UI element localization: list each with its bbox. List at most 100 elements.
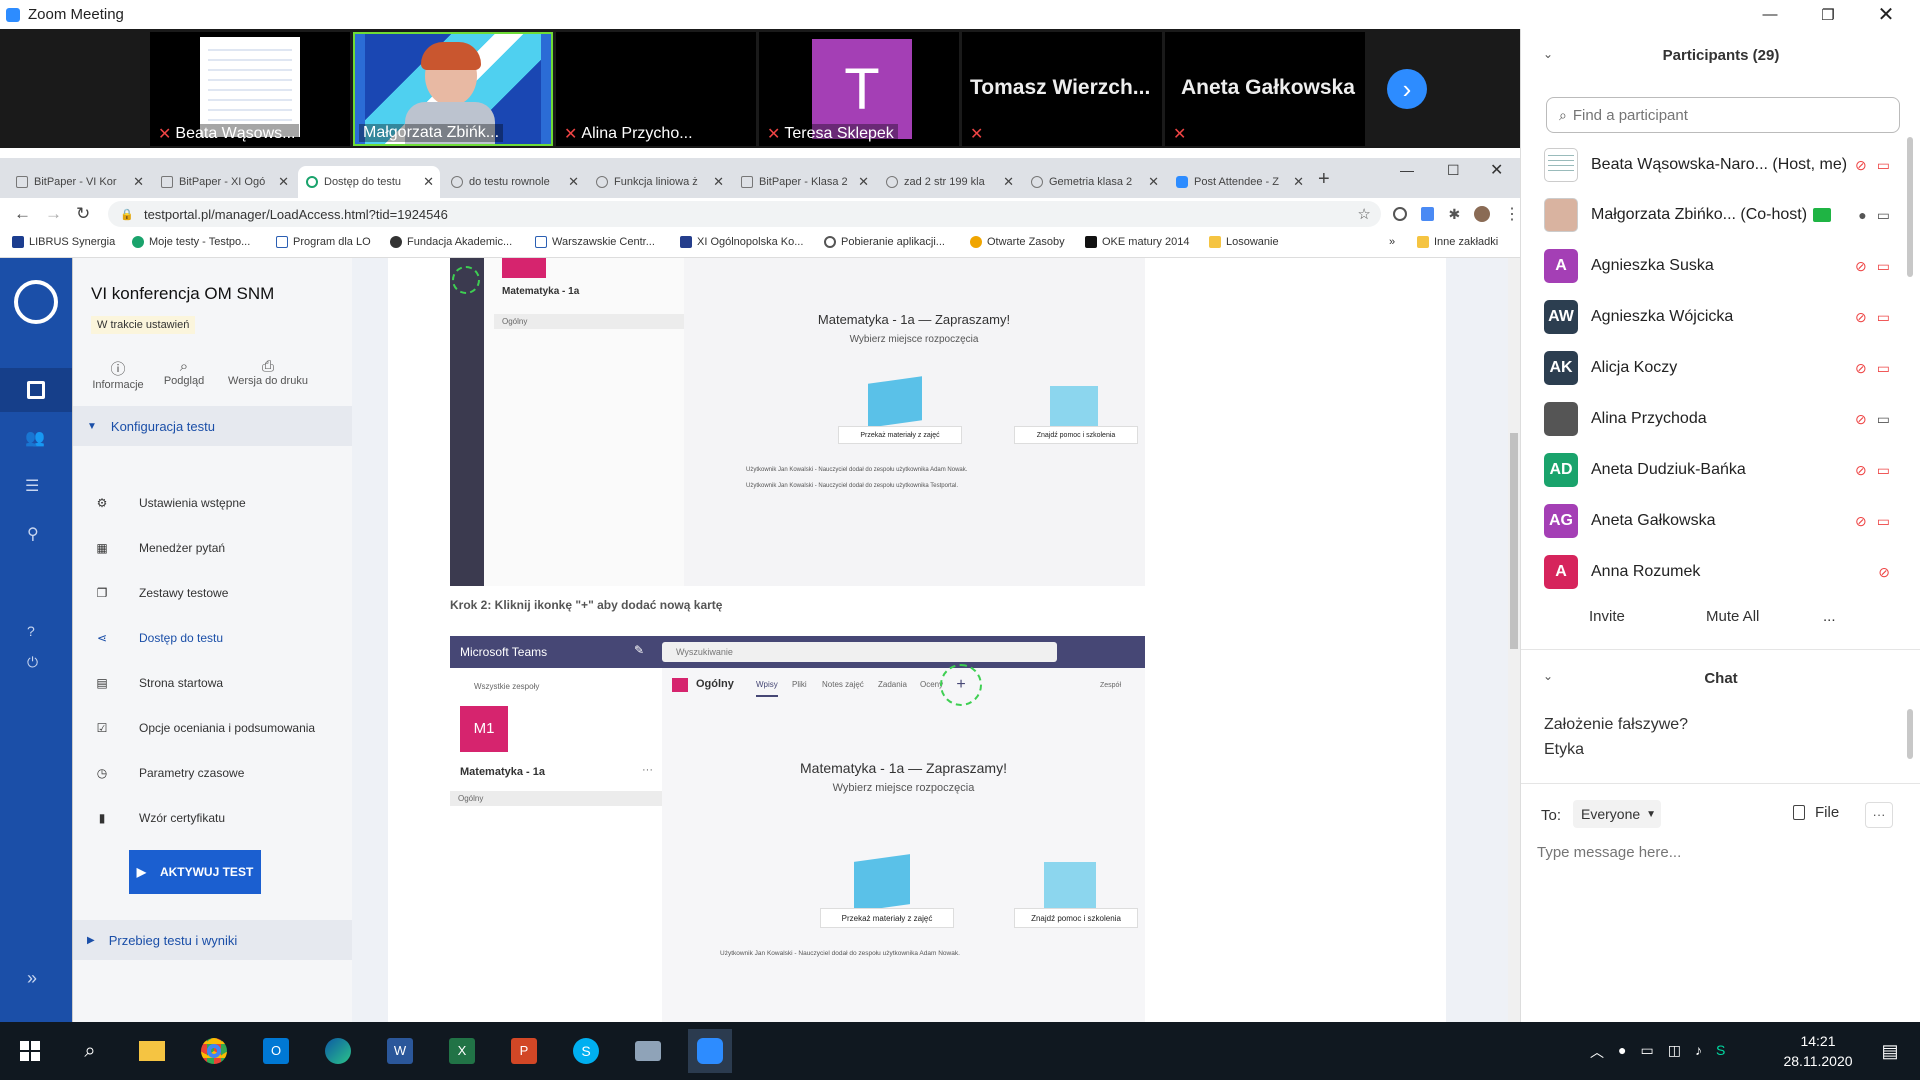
- browser-tab[interactable]: BitPaper - XI Ogó ✕: [153, 166, 295, 198]
- camera-icon[interactable]: [626, 1029, 670, 1073]
- list-icon[interactable]: ☰: [25, 476, 39, 496]
- profile-avatar[interactable]: [1474, 206, 1490, 222]
- participant-row[interactable]: AK Alicja Koczy ⊘ ▭: [1544, 348, 1904, 388]
- start-button[interactable]: [8, 1029, 52, 1073]
- browser-tab[interactable]: Post Attendee - Z ✕: [1168, 166, 1310, 198]
- menu-dostep[interactable]: ⋖ Dostęp do testu: [93, 629, 223, 647]
- clock-date[interactable]: 28.11.2020: [1776, 1053, 1860, 1069]
- restore-button[interactable]: ❐: [1799, 0, 1857, 29]
- back-icon[interactable]: ←: [14, 204, 31, 224]
- menu-certyfikat[interactable]: ▮ Wzór certyfikatu: [93, 809, 225, 827]
- video-off-icon[interactable]: ▭: [1877, 157, 1890, 174]
- users-icon[interactable]: 👥: [25, 428, 45, 448]
- browser-minimize-button[interactable]: —: [1400, 162, 1414, 178]
- participants-scrollbar[interactable]: [1907, 137, 1913, 277]
- more-options-button[interactable]: ...: [1823, 608, 1836, 625]
- help-icon[interactable]: ?: [27, 623, 35, 639]
- participant-row[interactable]: Alina Przychoda ⊘ ▭: [1544, 399, 1904, 439]
- preview-tool[interactable]: ⌕ Podgląd: [154, 358, 214, 387]
- puzzle-icon[interactable]: ✱: [1448, 206, 1460, 223]
- tab-close-icon[interactable]: ✕: [568, 174, 579, 190]
- mic-muted-icon[interactable]: ⊘: [1855, 411, 1867, 428]
- bookmark-star-icon[interactable]: ☆: [1357, 205, 1370, 223]
- menu-menedzer[interactable]: ▦ Menedżer pytań: [93, 539, 225, 557]
- section-config[interactable]: ▼ Konfiguracja testu: [73, 406, 353, 446]
- menu-dots-icon[interactable]: ⋮: [1504, 204, 1520, 224]
- browser-tab[interactable]: do testu rownole ✕: [443, 166, 585, 198]
- participant-row[interactable]: A Anna Rozumek ⊘: [1544, 552, 1904, 592]
- word-icon[interactable]: W: [378, 1029, 422, 1073]
- bookmark-item[interactable]: XI Ogólnopolska Ko...: [680, 236, 803, 248]
- bookmark-item[interactable]: Otwarte Zasoby: [970, 236, 1065, 248]
- tray-mic-icon[interactable]: ●: [1618, 1042, 1626, 1062]
- tests-icon[interactable]: [0, 368, 72, 412]
- expand-icon[interactable]: »: [27, 968, 37, 989]
- menu-ustawienia[interactable]: ⚙ Ustawienia wstępne: [93, 494, 246, 512]
- mic-muted-icon[interactable]: ⊘: [1855, 462, 1867, 479]
- bookmark-item[interactable]: OKE matury 2014: [1085, 236, 1189, 248]
- section-results[interactable]: ▶ Przebieg testu i wyniki: [73, 920, 353, 960]
- bookmark-item[interactable]: LIBRUS Synergia: [12, 236, 115, 248]
- notifications-icon[interactable]: ▤: [1868, 1029, 1912, 1073]
- bookmark-item[interactable]: Warszawskie Centr...: [535, 236, 655, 248]
- powerpoint-icon[interactable]: P: [502, 1029, 546, 1073]
- recipient-dropdown[interactable]: Everyone ▼: [1573, 800, 1661, 828]
- browser-restore-button[interactable]: ☐: [1447, 162, 1460, 179]
- video-icon[interactable]: ▭: [1877, 207, 1890, 224]
- browser-tab[interactable]: Funkcja liniowa ż ✕: [588, 166, 730, 198]
- forward-icon[interactable]: →: [45, 204, 62, 224]
- network-icon[interactable]: ◫: [1668, 1042, 1681, 1062]
- other-bookmarks[interactable]: Inne zakładki: [1417, 236, 1498, 248]
- chrome-icon[interactable]: [192, 1029, 236, 1073]
- url-field[interactable]: 🔒 testportal.pl/manager/LoadAccess.html?…: [108, 201, 1381, 227]
- skype-tray-icon[interactable]: S: [1716, 1042, 1725, 1062]
- participant-row[interactable]: AG Aneta Gałkowska ⊘ ▭: [1544, 501, 1904, 541]
- volume-icon[interactable]: ♪: [1695, 1042, 1702, 1062]
- file-explorer-icon[interactable]: [130, 1029, 174, 1073]
- participant-row[interactable]: A Agnieszka Suska ⊘ ▭: [1544, 246, 1904, 286]
- video-tile-active[interactable]: Małgorzata Zbińk...: [353, 32, 553, 146]
- edge-icon[interactable]: [316, 1029, 360, 1073]
- battery-icon[interactable]: ▭: [1640, 1042, 1653, 1062]
- mic-muted-icon[interactable]: ⊘: [1855, 309, 1867, 326]
- translate-icon[interactable]: [1420, 207, 1435, 221]
- video-icon[interactable]: ▭: [1877, 411, 1890, 428]
- menu-strona[interactable]: ▤ Strona startowa: [93, 674, 223, 692]
- participant-row[interactable]: AD Aneta Dudziuk-Bańka ⊘ ▭: [1544, 450, 1904, 490]
- video-tile[interactable]: Aneta Gałkowska ✕: [1165, 32, 1365, 146]
- tray-chevron-icon[interactable]: ︿: [1590, 1042, 1604, 1062]
- reload-icon[interactable]: ↻: [76, 204, 90, 224]
- tab-close-icon[interactable]: ✕: [278, 174, 289, 190]
- bookmark-item[interactable]: Pobieranie aplikacji...: [824, 236, 945, 248]
- tab-close-icon[interactable]: ✕: [713, 174, 724, 190]
- info-tool[interactable]: ⓘ Informacje: [88, 358, 148, 391]
- excel-icon[interactable]: X: [440, 1029, 484, 1073]
- bookmark-item[interactable]: Program dla LO: [276, 236, 371, 248]
- mic-muted-icon[interactable]: ⊘: [1855, 360, 1867, 377]
- minimize-button[interactable]: —: [1741, 0, 1799, 29]
- browser-tab-active[interactable]: Dostęp do testu ✕: [298, 166, 440, 198]
- menu-opcje[interactable]: ☑ Opcje oceniania i podsumowania: [93, 719, 316, 737]
- video-tile[interactable]: T ✕ Teresa Sklepek: [759, 32, 959, 146]
- browser-tab[interactable]: Gemetria klasa 2 ✕: [1023, 166, 1165, 198]
- bookmark-item[interactable]: Losowanie: [1209, 236, 1279, 248]
- chat-message-input[interactable]: [1537, 837, 1907, 867]
- chat-more-button[interactable]: ···: [1865, 802, 1893, 828]
- mic-muted-icon[interactable]: ⊘: [1855, 513, 1867, 530]
- person-icon[interactable]: ⚲: [27, 524, 39, 544]
- video-off-icon[interactable]: ▭: [1877, 360, 1890, 377]
- video-off-icon[interactable]: ▭: [1877, 513, 1890, 530]
- testportal-logo-icon[interactable]: [14, 280, 58, 324]
- invite-button[interactable]: Invite: [1589, 608, 1625, 625]
- video-tile[interactable]: ✕ Alina Przycho...: [556, 32, 756, 146]
- close-button[interactable]: ✕: [1857, 0, 1915, 29]
- print-tool[interactable]: ⎙ Wersja do druku: [218, 358, 318, 387]
- scrollbar-thumb[interactable]: [1510, 433, 1518, 649]
- video-tile[interactable]: ✕ Beata Wąsows...: [150, 32, 350, 146]
- tab-close-icon[interactable]: ✕: [1293, 174, 1304, 190]
- menu-zestawy[interactable]: ❐ Zestawy testowe: [93, 584, 229, 602]
- browser-close-button[interactable]: ✕: [1490, 160, 1503, 180]
- file-button[interactable]: File: [1793, 804, 1839, 821]
- video-off-icon[interactable]: ▭: [1877, 258, 1890, 275]
- browser-tab[interactable]: BitPaper - VI Kor ✕: [8, 166, 150, 198]
